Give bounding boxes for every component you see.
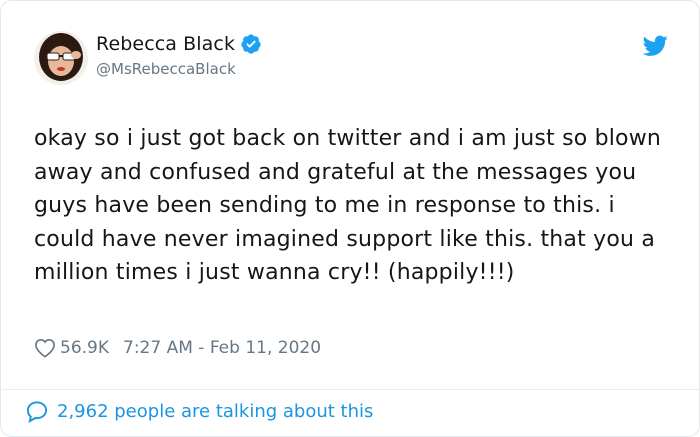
talking-count-text[interactable]: 2,962 people are talking about this [57,401,373,422]
tweet-card: Rebecca Black @MsRebeccaBlack okay so i … [0,0,700,437]
conversation-link[interactable]: 2,962 people are talking about this [25,400,373,423]
tweet-text: okay so i just got back on twitter and i… [34,126,662,285]
verified-badge-icon [241,34,261,54]
divider [2,389,700,390]
heart-icon[interactable] [34,338,56,358]
tweet-meta: 56.9K 7:27 AM - Feb 11, 2020 [34,338,321,358]
author-row[interactable]: Rebecca Black [96,33,262,55]
tweet-timestamp[interactable]: 7:27 AM - Feb 11, 2020 [123,338,321,358]
author-name[interactable]: Rebecca Black [96,33,235,55]
twitter-bird-icon[interactable] [643,35,668,57]
author-handle[interactable]: @MsRebeccaBlack [96,60,236,78]
like-count[interactable]: 56.9K [60,338,109,358]
speech-bubble-icon [26,401,48,423]
avatar[interactable] [34,31,88,85]
